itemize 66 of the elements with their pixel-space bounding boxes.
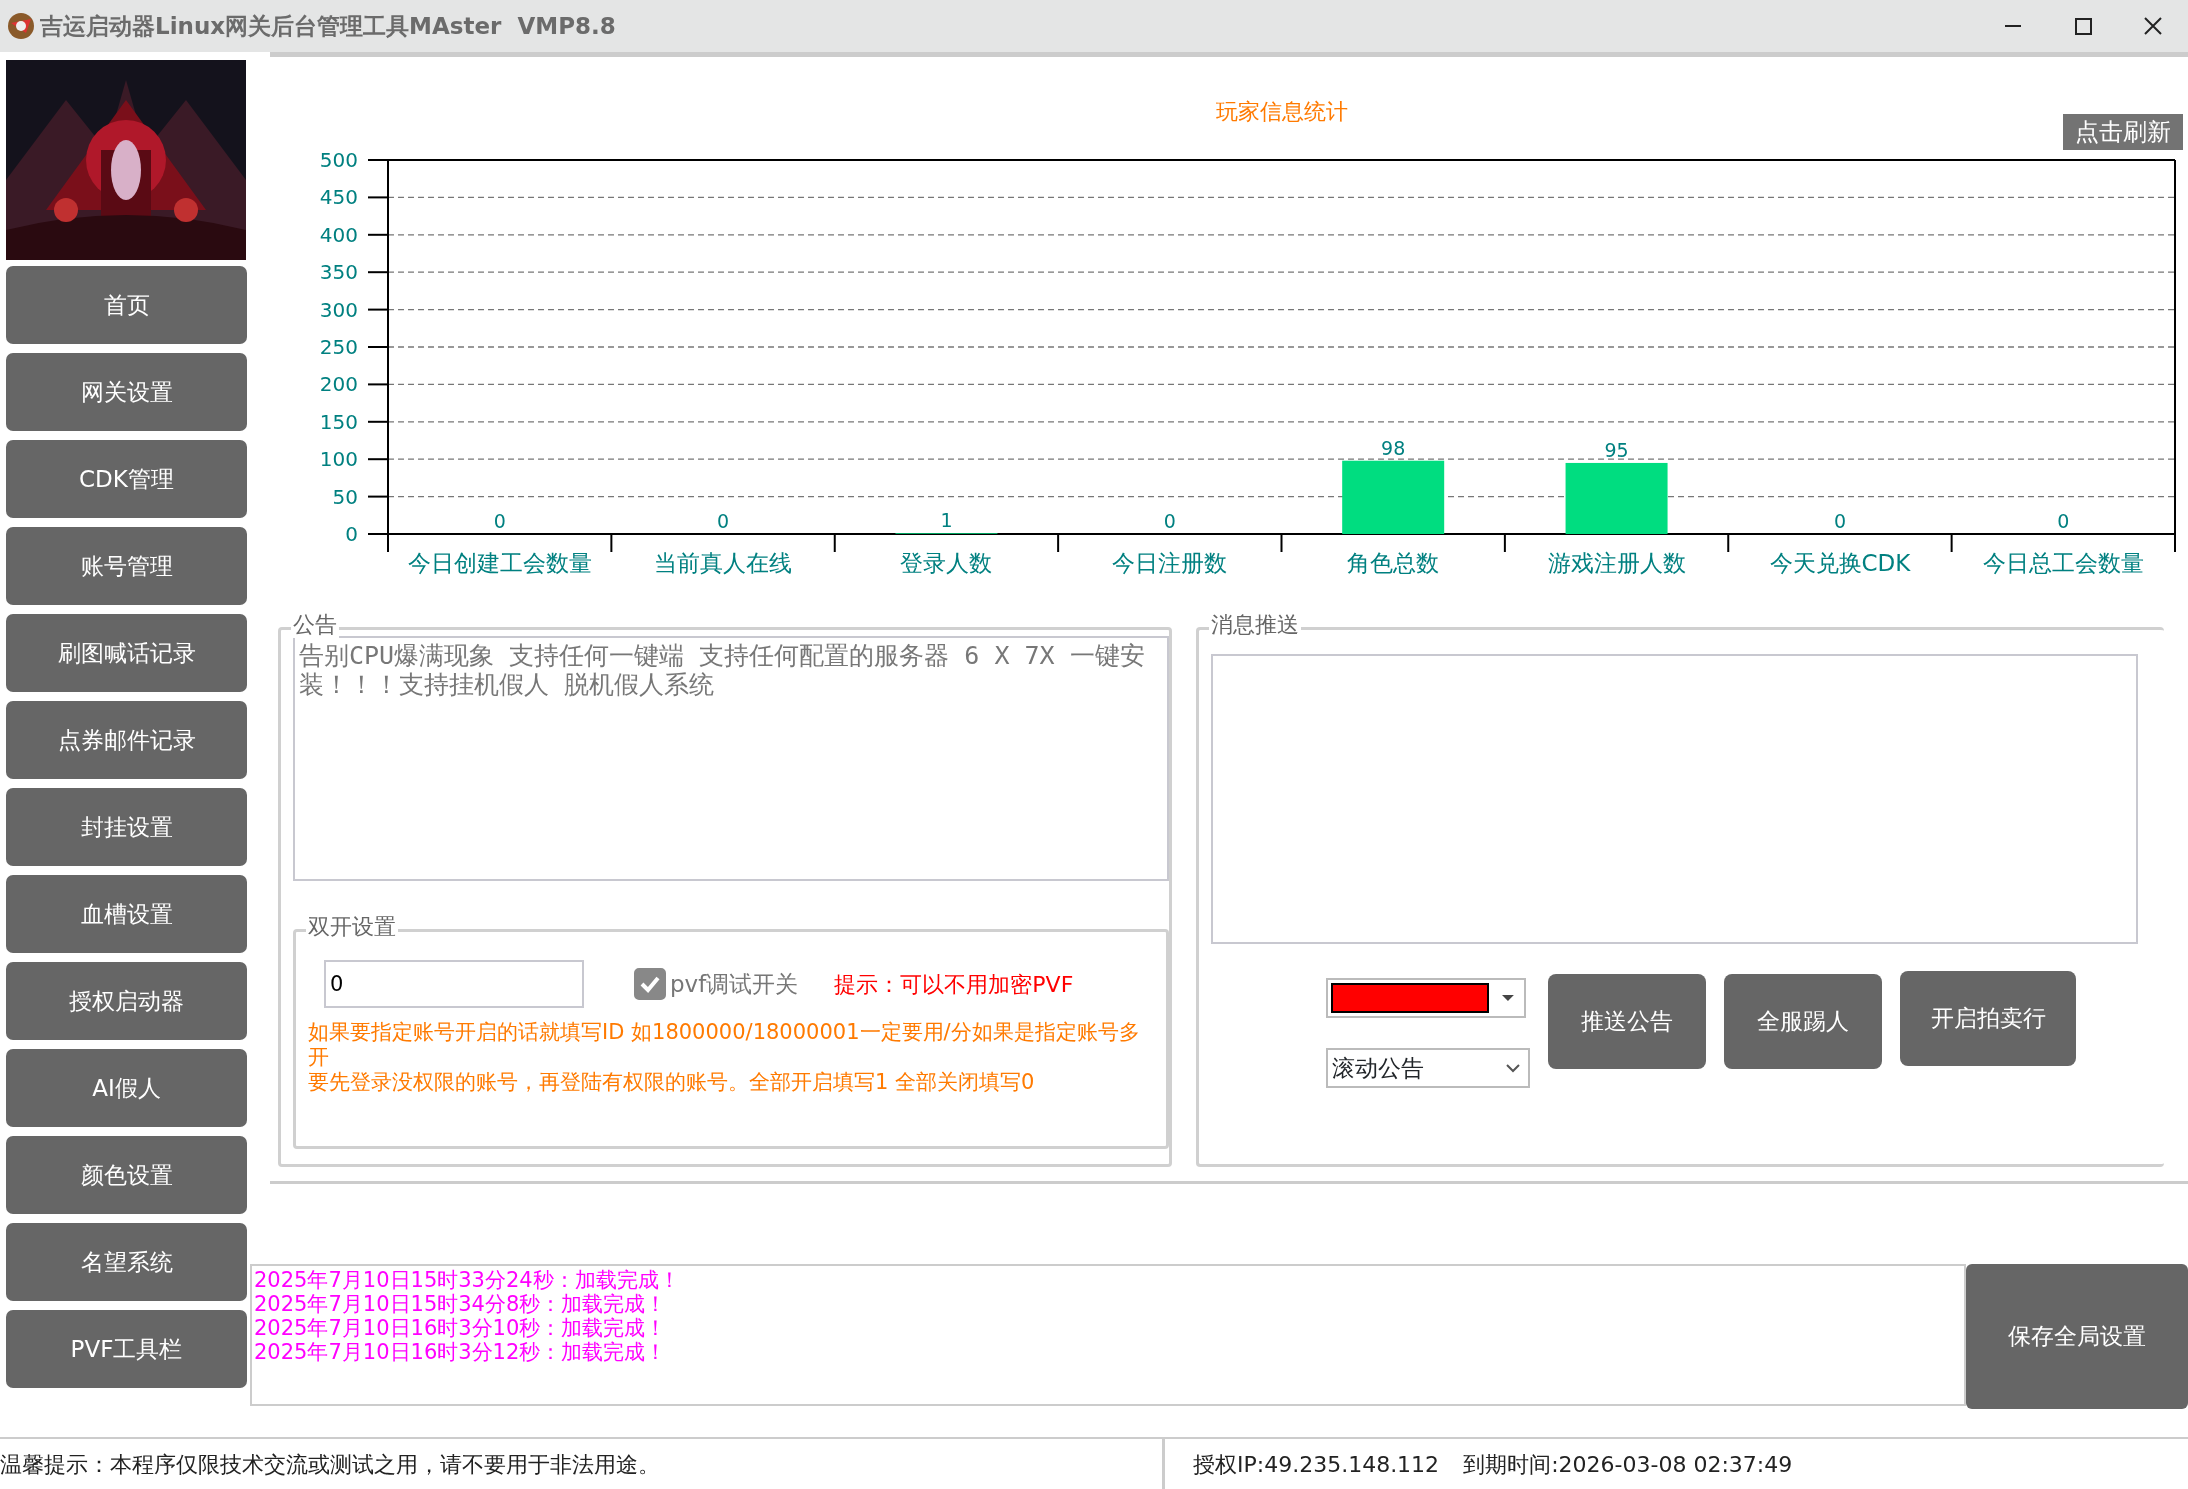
sidebar-button[interactable]: 网关设置 — [6, 353, 247, 431]
pvf-debug-checkbox[interactable]: pvf调试开关 — [634, 966, 799, 1002]
category-label: 今天兑换CDK — [1769, 550, 1911, 576]
sidebar-button[interactable]: 点券邮件记录 — [6, 701, 247, 779]
value-label: 1 — [940, 509, 953, 532]
value-label: 0 — [493, 510, 506, 532]
account-input-field[interactable]: 0 — [324, 960, 584, 1008]
y-tick-label: 250 — [319, 335, 358, 359]
sidebar-button[interactable]: AI假人 — [6, 1049, 247, 1127]
y-tick-label: 500 — [319, 148, 358, 172]
window-title: 吉运启动器Linux网关后台管理工具MAster VMP8.8 — [40, 11, 617, 41]
log-line: 2025年7月10日15时34分8秒：加载完成！ — [254, 1292, 668, 1317]
status-notice: 温馨提示：本程序仅限技术交流或测试之用，请不要用于非法用途。 — [0, 1439, 1165, 1489]
group-label: 公告 — [291, 612, 339, 639]
category-label: 今日总工会数量 — [1982, 550, 2144, 576]
sidebar-button[interactable]: 颜色设置 — [6, 1136, 247, 1214]
push-button[interactable]: 推送公告 — [1548, 974, 1706, 1069]
caret-icon — [1502, 995, 1514, 1001]
instruction-text: 要先登录没权限的账号，再登陆有权限的账号。全部开启填写1 全部关闭填写0 — [308, 1070, 1036, 1096]
expiry-time: 到期时间:2026-03-08 02:37:49 — [1463, 1450, 1793, 1479]
y-tick-label: 200 — [319, 372, 358, 397]
y-tick-label: 150 — [319, 409, 358, 434]
value-label: 0 — [717, 510, 730, 532]
y-tick-label: 100 — [319, 447, 358, 472]
value-label: 0 — [1163, 510, 1176, 532]
y-tick-label: 50 — [332, 484, 358, 509]
refresh-button[interactable]: 点击刷新 — [2063, 114, 2183, 150]
sidebar-button[interactable]: PVF工具栏 — [6, 1310, 247, 1388]
log-line: 2025年7月10日15时33分24秒：加载完成！ — [254, 1268, 681, 1293]
log-line: 2025年7月10日16时3分12秒：加载完成！ — [254, 1340, 668, 1365]
save-settings-button[interactable]: 保存全局设置 — [1966, 1264, 2188, 1409]
y-tick-label: 0 — [345, 522, 358, 546]
category-label: 今日注册数 — [1112, 550, 1228, 576]
category-label: 角色总数 — [1347, 550, 1440, 576]
sidebar-button[interactable]: CDK管理 — [6, 440, 247, 518]
color-dropdown[interactable] — [1326, 978, 1526, 1018]
value-label: 0 — [1833, 510, 1846, 532]
category-label: 登录人数 — [900, 550, 993, 576]
announcement-field[interactable]: 告别CPU爆满现象 支持任何一键端 支持任何配置的服务器 6 X 7X 一键安装！！！支持挂机假人 脱机假人系统 — [293, 636, 1169, 881]
hint-text: 提示：可以不用加密PVF — [834, 970, 1074, 999]
sidebar-button[interactable]: 血槽设置 — [6, 875, 247, 953]
sidebar-button[interactable]: 账号管理 — [6, 527, 247, 605]
y-tick-label: 400 — [319, 222, 358, 247]
category-label: 今日创建工会数量 — [407, 550, 592, 576]
y-tick-label: 450 — [319, 185, 358, 210]
push-button[interactable]: 全服踢人 — [1724, 974, 1882, 1069]
category-label: 当前真人在线 — [654, 550, 793, 576]
type-dropdown[interactable]: 滚动公告 — [1326, 1048, 1530, 1088]
chart-title: 玩家信息统计 — [1215, 99, 1348, 124]
category-label: 游戏注册人数 — [1547, 550, 1686, 576]
value-label: 0 — [2057, 510, 2070, 532]
sidebar-button[interactable]: 名望系统 — [6, 1223, 247, 1301]
instruction-text: 如果要指定账号开启的话就填写ID 如1800000/18000001一定要用/分如果是指定账号多开 — [308, 1020, 1141, 1071]
y-tick-label: 350 — [319, 260, 358, 285]
value-label: 98 — [1381, 436, 1406, 459]
sidebar-button[interactable]: 授权启动器 — [6, 962, 247, 1040]
app-logo-icon — [6, 11, 36, 41]
message-field[interactable] — [1211, 654, 2138, 944]
y-tick-label: 300 — [319, 297, 358, 322]
sidebar-button[interactable]: 刷图喊话记录 — [6, 614, 247, 692]
license-ip: 授权IP:49.235.148.112 — [1193, 1450, 1440, 1479]
value-label: 95 — [1604, 438, 1629, 461]
push-button[interactable]: 开启拍卖行 — [1900, 971, 2076, 1066]
log-line: 2025年7月10日16时3分10秒：加载完成！ — [254, 1316, 668, 1341]
sidebar-button[interactable]: 封挂设置 — [6, 788, 247, 866]
sidebar-button[interactable]: 首页 — [6, 266, 247, 344]
